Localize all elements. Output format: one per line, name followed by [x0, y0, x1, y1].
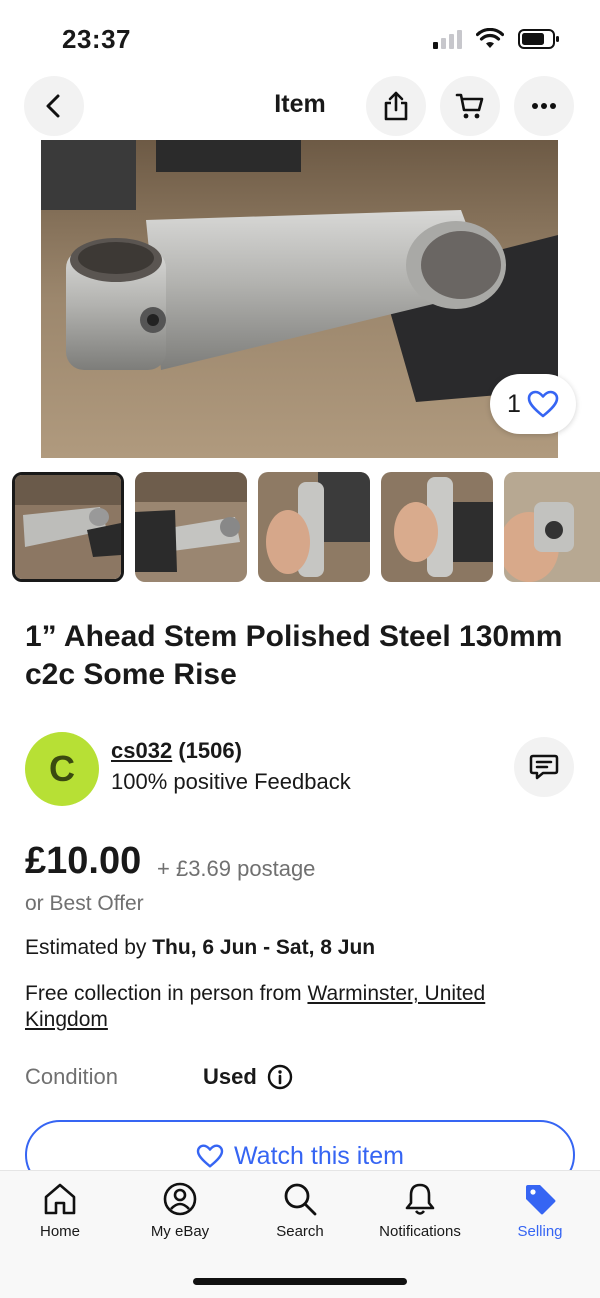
tag-icon — [526, 1185, 556, 1215]
thumbnail-2[interactable] — [135, 472, 247, 582]
battery-icon — [518, 29, 559, 49]
more-dots-icon — [532, 103, 556, 109]
condition-label: Condition — [25, 1064, 118, 1089]
seller-score: (1506) — [178, 738, 242, 763]
heart-icon — [196, 1144, 224, 1168]
cart-icon — [455, 93, 484, 119]
thumbnail-5[interactable] — [504, 472, 600, 582]
watch-count: 1 — [507, 389, 521, 418]
home-indicator — [193, 1278, 407, 1285]
cart-button[interactable] — [440, 76, 500, 136]
item-price: £10.00 — [25, 840, 142, 882]
wifi-icon — [476, 28, 504, 48]
item-title: 1” Ahead Stem Polished Steel 130mm c2c S… — [25, 620, 563, 691]
nav-selling[interactable]: Selling — [480, 1181, 600, 1240]
search-icon — [284, 1183, 317, 1216]
thumbnail-3[interactable] — [258, 472, 370, 582]
nav-home-label: Home — [39, 1223, 80, 1240]
nav-home[interactable]: Home — [0, 1181, 120, 1240]
thumbnail-strip — [12, 472, 600, 582]
nav-notifications-label: Notifications — [379, 1223, 461, 1240]
page-title: Item — [274, 90, 326, 118]
watch-item-label: Watch this item — [234, 1142, 404, 1170]
nav-my-ebay[interactable]: My eBay — [120, 1181, 240, 1240]
seller-feedback: 100% positive Feedback — [111, 769, 351, 794]
collection-info: Free collection in person from Warminste… — [25, 981, 495, 1033]
nav-selling-label: Selling — [517, 1223, 563, 1240]
user-icon — [163, 1182, 197, 1216]
stem-photo — [41, 140, 558, 458]
thumbnail-4[interactable] — [381, 472, 493, 582]
cellular-signal-icon — [433, 29, 462, 49]
thumbnail-1[interactable] — [12, 472, 124, 582]
more-options-button[interactable] — [514, 76, 574, 136]
seller-info: cs032 (1506) — [111, 738, 242, 764]
nav-notifications[interactable]: Notifications — [360, 1181, 480, 1240]
delivery-estimate-prefix: Estimated by — [25, 936, 153, 959]
delivery-dates: Thu, 6 Jun - Sat, 8 Jun — [152, 936, 376, 959]
bell-icon — [405, 1183, 435, 1215]
condition-value-row: Used — [203, 1064, 293, 1090]
best-offer-text: or Best Offer — [25, 892, 144, 915]
postage-cost: + £3.69 postage — [157, 856, 316, 881]
home-icon — [44, 1183, 76, 1215]
nav-search-label: Search — [276, 1223, 324, 1240]
info-icon[interactable] — [267, 1064, 293, 1090]
item-main-image[interactable] — [41, 140, 558, 458]
watchers-pill[interactable]: 1 — [490, 374, 576, 434]
status-time: 23:37 — [62, 24, 131, 54]
message-icon — [529, 754, 559, 780]
collection-prefix: Free collection in person from — [25, 982, 308, 1005]
share-button[interactable] — [366, 76, 426, 136]
contact-seller-button[interactable] — [514, 737, 574, 797]
nav-search[interactable]: Search — [240, 1181, 360, 1240]
seller-avatar[interactable]: C — [25, 732, 99, 806]
condition-value: Used — [203, 1064, 257, 1089]
status-bar: 23:37 — [0, 0, 600, 76]
heart-icon — [527, 390, 559, 418]
share-icon — [384, 91, 408, 121]
delivery-estimate: Estimated by Thu, 6 Jun - Sat, 8 Jun — [25, 936, 375, 960]
top-app-bar: Item — [0, 76, 600, 138]
nav-my-ebay-label: My eBay — [150, 1223, 210, 1240]
status-icons — [433, 28, 560, 50]
seller-name-link[interactable]: cs032 — [111, 738, 172, 763]
